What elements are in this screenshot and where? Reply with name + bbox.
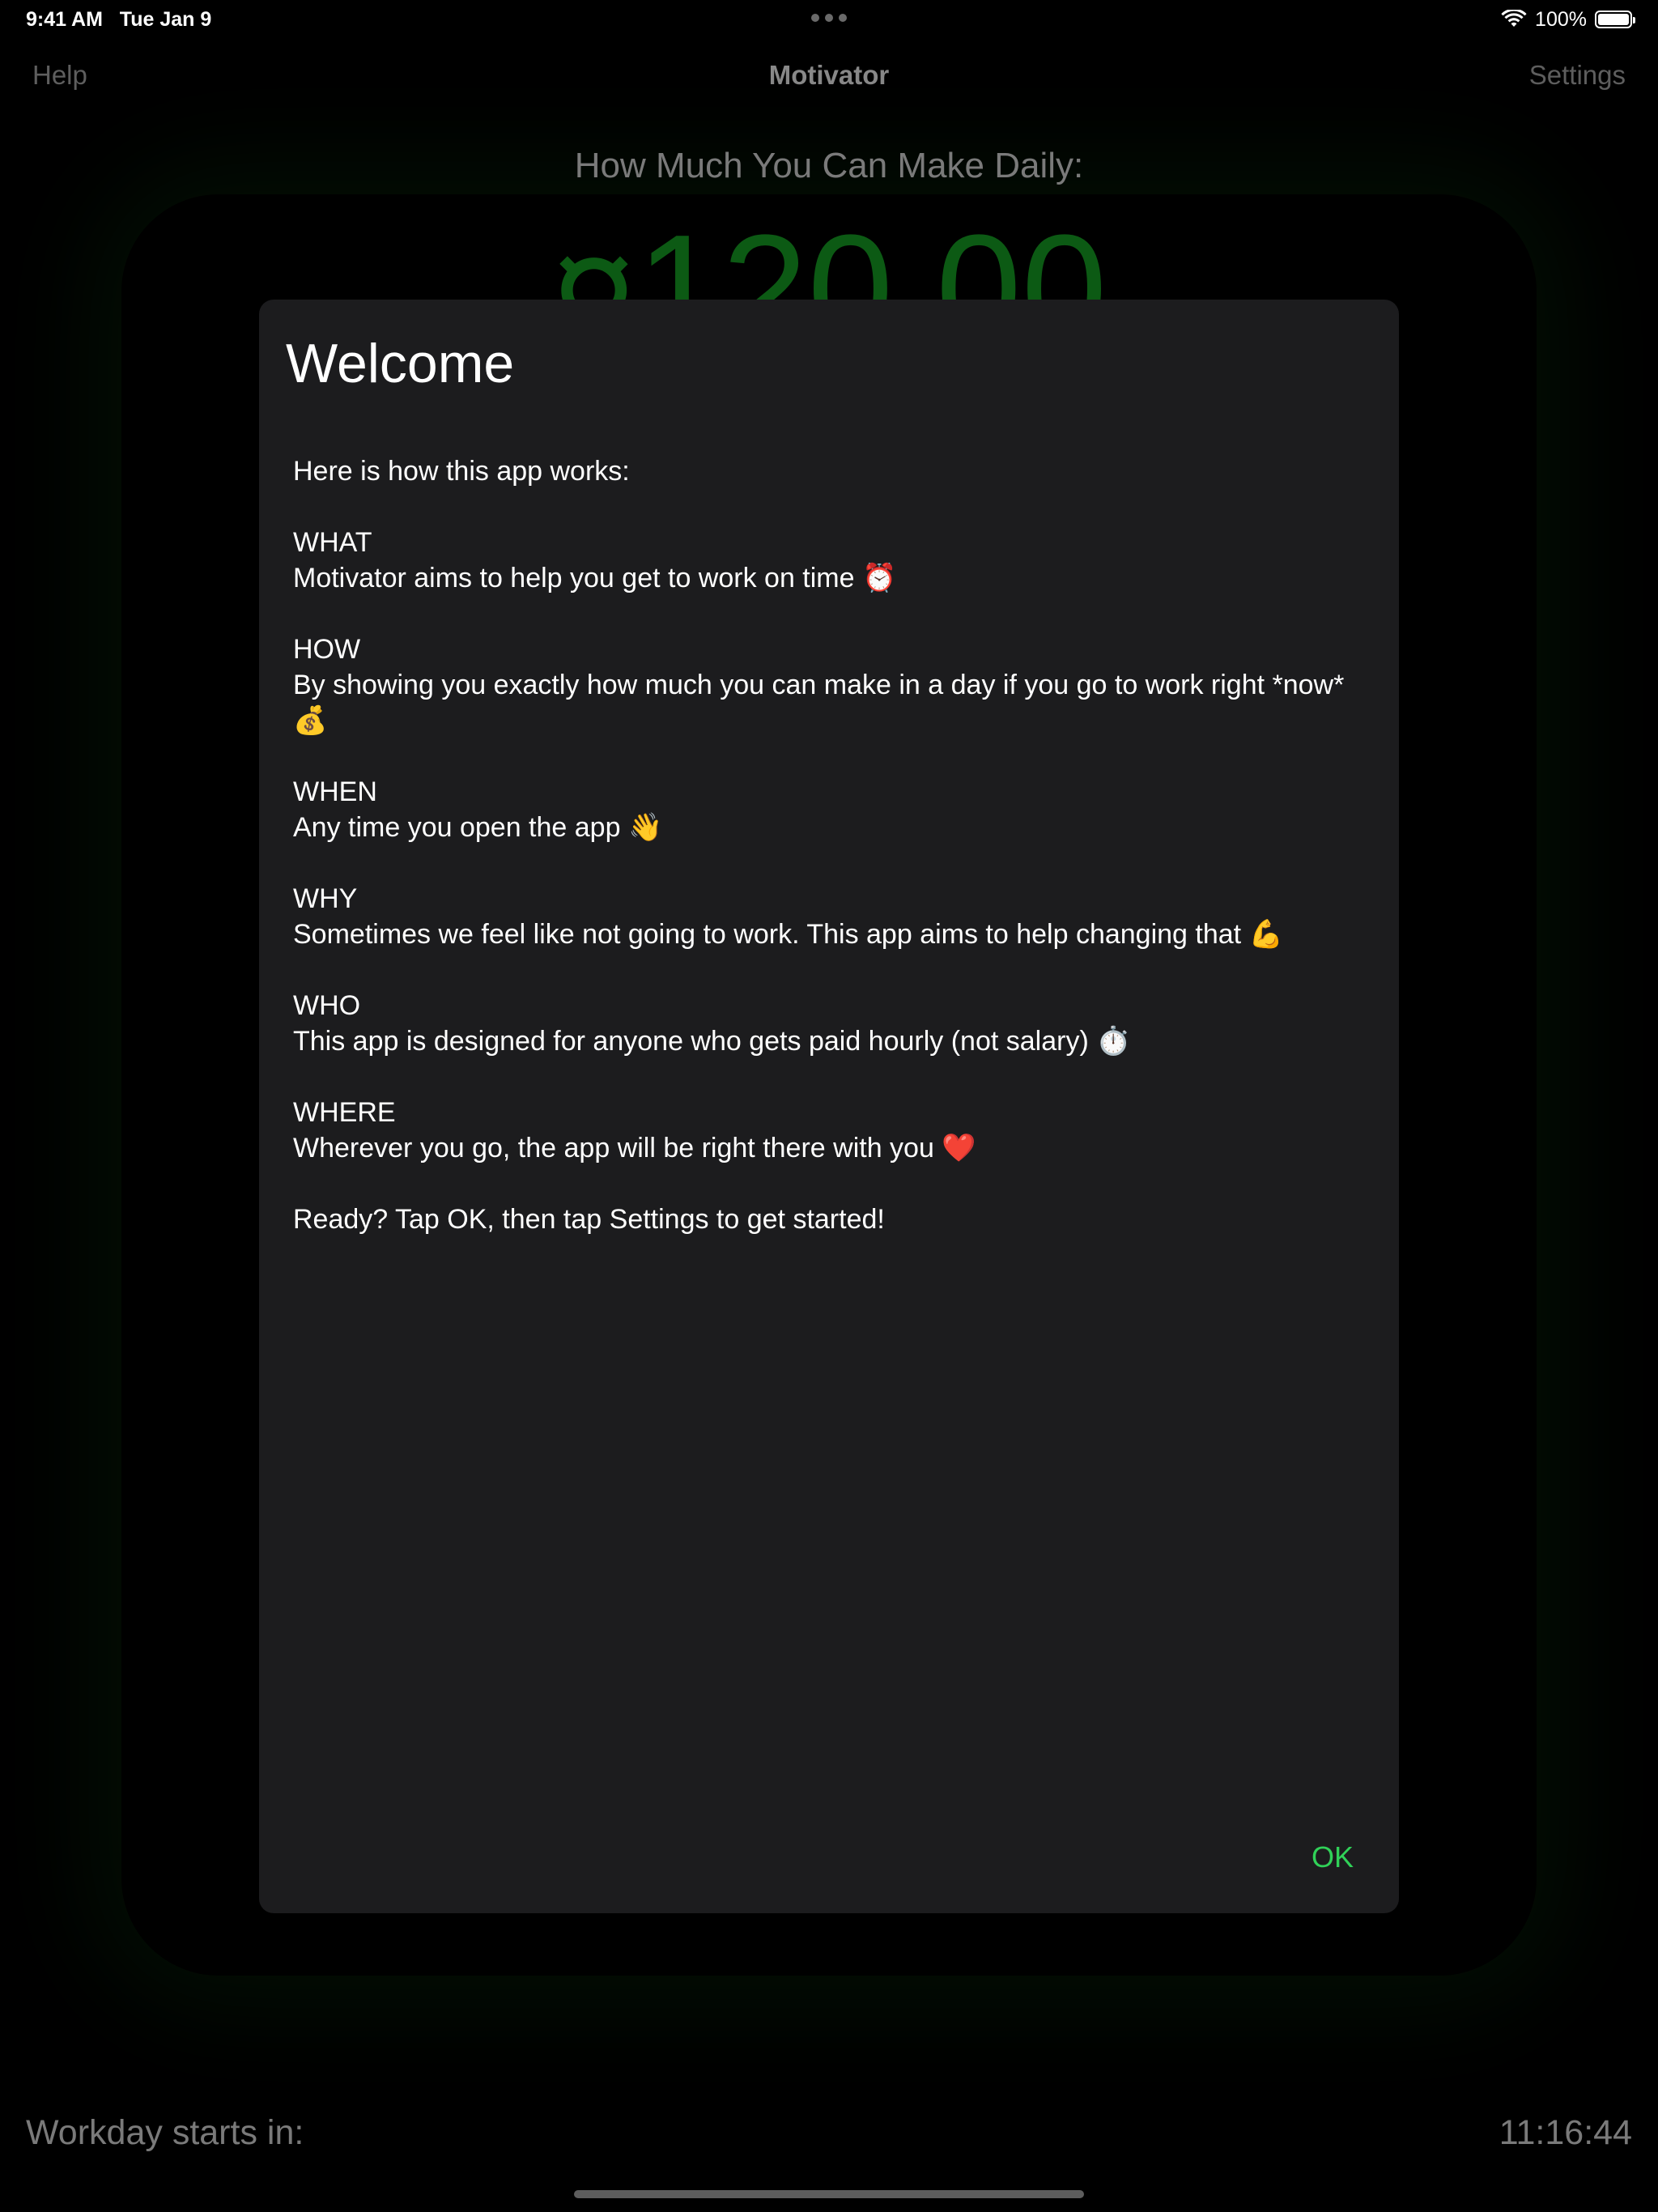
section-when: WHEN Any time you open the app 👋 bbox=[293, 774, 1370, 845]
nav-title: Motivator bbox=[768, 60, 890, 90]
section-what: WHAT Motivator aims to help you get to w… bbox=[293, 525, 1370, 596]
status-time: 9:41 AM bbox=[26, 8, 103, 31]
battery-percentage: 100% bbox=[1535, 7, 1587, 31]
workday-countdown-time: 11:16:44 bbox=[1499, 2113, 1632, 2152]
section-heading: WHAT bbox=[293, 527, 372, 558]
status-bar-time-date: 9:41 AM Tue Jan 9 bbox=[26, 8, 211, 32]
settings-button[interactable]: Settings bbox=[1529, 60, 1626, 91]
dialog-title: Welcome bbox=[286, 333, 515, 394]
workday-countdown-label: Workday starts in: bbox=[26, 2113, 304, 2152]
wifi-icon bbox=[1501, 10, 1527, 27]
section-heading: WHY bbox=[293, 883, 358, 914]
multitasking-dots-icon[interactable] bbox=[811, 14, 847, 22]
daily-earnings-label: How Much You Can Make Daily: bbox=[574, 146, 1084, 185]
section-heading: WHEN bbox=[293, 776, 377, 807]
dialog-intro: Here is how this app works: bbox=[293, 456, 630, 487]
section-heading: WHERE bbox=[293, 1097, 396, 1128]
welcome-dialog: Welcome Here is how this app works: WHAT… bbox=[259, 300, 1399, 1913]
section-heading: HOW bbox=[293, 634, 361, 665]
dialog-outro: Ready? Tap OK, then tap Settings to get … bbox=[293, 1204, 885, 1235]
section-text: By showing you exactly how much you can … bbox=[293, 670, 1345, 736]
section-text: Sometimes we feel like not going to work… bbox=[293, 919, 1283, 950]
app-screen: 9:41 AM Tue Jan 9 100% Help Motivator Se… bbox=[0, 0, 1658, 2212]
section-where: WHERE Wherever you go, the app will be r… bbox=[293, 1095, 1370, 1166]
section-text: Motivator aims to help you get to work o… bbox=[293, 563, 897, 593]
section-heading: WHO bbox=[293, 990, 361, 1021]
section-text: Wherever you go, the app will be right t… bbox=[293, 1133, 976, 1163]
battery-icon bbox=[1595, 11, 1635, 28]
home-indicator[interactable] bbox=[574, 2190, 1084, 2198]
ok-button[interactable]: OK bbox=[1312, 1840, 1354, 1874]
section-text: Any time you open the app 👋 bbox=[293, 812, 663, 843]
dialog-body: Here is how this app works: WHAT Motivat… bbox=[293, 453, 1370, 1273]
section-text: This app is designed for anyone who gets… bbox=[293, 1026, 1131, 1057]
section-why: WHY Sometimes we feel like not going to … bbox=[293, 881, 1370, 952]
status-bar-right: 100% bbox=[1501, 6, 1635, 32]
section-how: HOW By showing you exactly how much you … bbox=[293, 632, 1370, 738]
section-who: WHO This app is designed for anyone who … bbox=[293, 988, 1370, 1059]
status-date: Tue Jan 9 bbox=[119, 8, 212, 31]
